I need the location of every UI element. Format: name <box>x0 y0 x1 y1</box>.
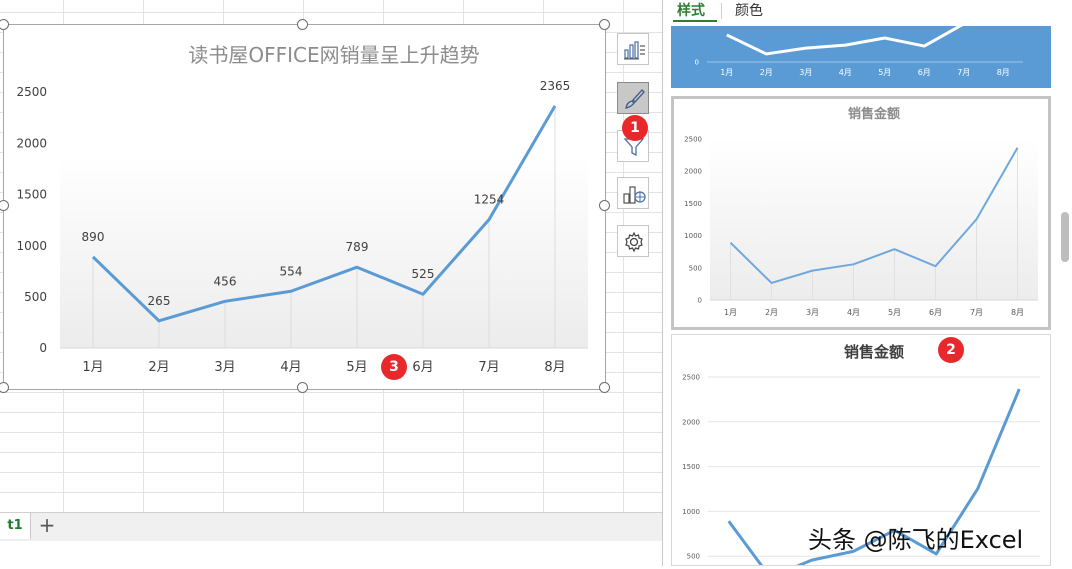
y-tick-label: 2500 <box>684 135 702 143</box>
y-tick-label: 2500 <box>682 373 700 381</box>
data-label: 789 <box>346 240 369 254</box>
style-thumbnail-dark[interactable]: 0 1月 2月 3月 4月 5月 6月 7月 8月 <box>671 26 1051 88</box>
chart-settings-button[interactable] <box>617 225 649 257</box>
data-label: 554 <box>280 264 303 278</box>
x-category-label: 6月 <box>412 360 433 375</box>
y-tick-label: 0 <box>698 296 702 304</box>
line-chart[interactable]: 读书屋OFFICE网销量呈上升趋势 0 500 1000 1500 2000 2500 1月 2… <box>3 24 606 390</box>
x-category-label: 5月 <box>878 68 891 77</box>
x-category-label: 5月 <box>888 308 901 317</box>
x-category-label: 4月 <box>839 68 852 77</box>
data-label: 265 <box>148 294 171 308</box>
status-area <box>0 541 662 566</box>
y-tick-label: 2500 <box>16 85 47 99</box>
y-tick-label: 1500 <box>682 463 700 471</box>
y-tick-label: 2000 <box>684 168 702 176</box>
resize-handle-top-right[interactable] <box>599 19 610 30</box>
thumbnail-chart-2: 销售金额 0 500 1000 1500 2000 2500 1月 2月 3月 4月 5月 6月 7月 8月 <box>684 106 1038 317</box>
x-category-label: 7月 <box>957 68 970 77</box>
chart-styles-button[interactable] <box>617 82 649 114</box>
x-category-label: 6月 <box>929 308 942 317</box>
data-label: 890 <box>82 230 105 244</box>
chart-title: 读书屋OFFICE网销量呈上升趋势 <box>188 43 479 67</box>
chart-title: 销售金额 <box>848 106 900 122</box>
pane-tabs: 样式 颜色 <box>663 0 1072 22</box>
x-category-label: 4月 <box>847 308 860 317</box>
y-tick-label: 1000 <box>682 508 700 516</box>
chart-canvas: 读书屋OFFICE网销量呈上升趋势 0 500 1000 1500 2000 2500 1月 2… <box>16 43 588 375</box>
resize-handle-right[interactable] <box>599 200 610 211</box>
add-sheet-button[interactable]: + <box>36 513 58 539</box>
x-category-label: 1月 <box>720 68 733 77</box>
sheet-tab-active[interactable]: t1 <box>0 513 31 539</box>
series-line <box>726 26 964 56</box>
y-tick-label: 500 <box>24 290 47 304</box>
x-category-label: 3月 <box>799 68 812 77</box>
y-tick-label: 0 <box>695 58 699 66</box>
annotation-marker-3: 3 <box>381 354 407 380</box>
x-category-label: 4月 <box>280 360 301 375</box>
x-category-label: 2月 <box>765 308 778 317</box>
x-category-label: 8月 <box>997 68 1010 77</box>
y-tick-label: 2000 <box>16 136 47 150</box>
annotation-marker-2: 2 <box>938 337 964 363</box>
resize-handle-bottom-right[interactable] <box>599 382 610 393</box>
y-tick-label: 500 <box>687 553 700 561</box>
data-label: 2365 <box>540 79 571 93</box>
chart-elements-icon <box>624 41 645 60</box>
x-category-label: 3月 <box>806 308 819 317</box>
y-tick-label: 2000 <box>682 418 700 426</box>
x-category-label: 3月 <box>214 360 235 375</box>
x-category-label: 2月 <box>148 360 169 375</box>
x-category-label: 6月 <box>918 68 931 77</box>
settings-gear-icon <box>625 231 643 253</box>
y-tick-label: 1500 <box>684 200 702 208</box>
watermark-text: 头条 @陈飞的Excel <box>808 526 1024 554</box>
chart-style-pane: 样式 颜色 0 1月 2月 3月 4月 5月 6月 7月 8月 销售金额 0 500 1000 1500… <box>662 0 1072 569</box>
y-tick-label: 1000 <box>684 232 702 240</box>
y-tick-label: 500 <box>689 264 702 272</box>
data-label: 525 <box>412 267 435 281</box>
data-label: 1254 <box>474 193 505 207</box>
pane-scrollbar[interactable] <box>1059 0 1072 566</box>
plot-area-gradient <box>710 139 1038 300</box>
x-category-label: 8月 <box>1011 308 1024 317</box>
x-category-label: 7月 <box>970 308 983 317</box>
y-tick-label: 0 <box>39 341 47 355</box>
tab-divider <box>721 3 722 19</box>
thumbnail-chart-1: 0 1月 2月 3月 4月 5月 6月 7月 8月 <box>695 26 1023 77</box>
style-thumbnail-selected[interactable]: 销售金额 0 500 1000 1500 2000 2500 1月 2月 3月 4月 5月 6月 7月 8月 <box>671 96 1051 330</box>
data-label: 456 <box>214 274 237 288</box>
x-category-label: 5月 <box>346 360 367 375</box>
chart-title: 销售金额 <box>844 343 904 361</box>
resize-handle-top[interactable] <box>297 19 308 30</box>
tab-style[interactable]: 样式 <box>677 1 705 21</box>
pane-scrollbar-thumb[interactable] <box>1061 212 1069 262</box>
chart-data-button[interactable] <box>617 177 649 209</box>
y-tick-label: 1500 <box>16 188 47 202</box>
chart-style-brush-icon <box>625 89 645 109</box>
chart-elements-button[interactable] <box>617 33 649 65</box>
chart-buildings-icon <box>623 186 646 204</box>
x-category-label: 1月 <box>82 360 103 375</box>
sheet-tab-bar: t1 + <box>0 512 662 541</box>
active-tab-underline <box>673 20 717 22</box>
x-category-label: 7月 <box>478 360 499 375</box>
resize-handle-bottom[interactable] <box>297 382 308 393</box>
x-category-label: 1月 <box>724 308 737 317</box>
tab-color[interactable]: 颜色 <box>735 1 763 21</box>
annotation-marker-1: 1 <box>622 115 648 141</box>
x-category-label: 2月 <box>760 68 773 77</box>
x-category-label: 8月 <box>544 360 565 375</box>
y-tick-label: 1000 <box>16 239 47 253</box>
